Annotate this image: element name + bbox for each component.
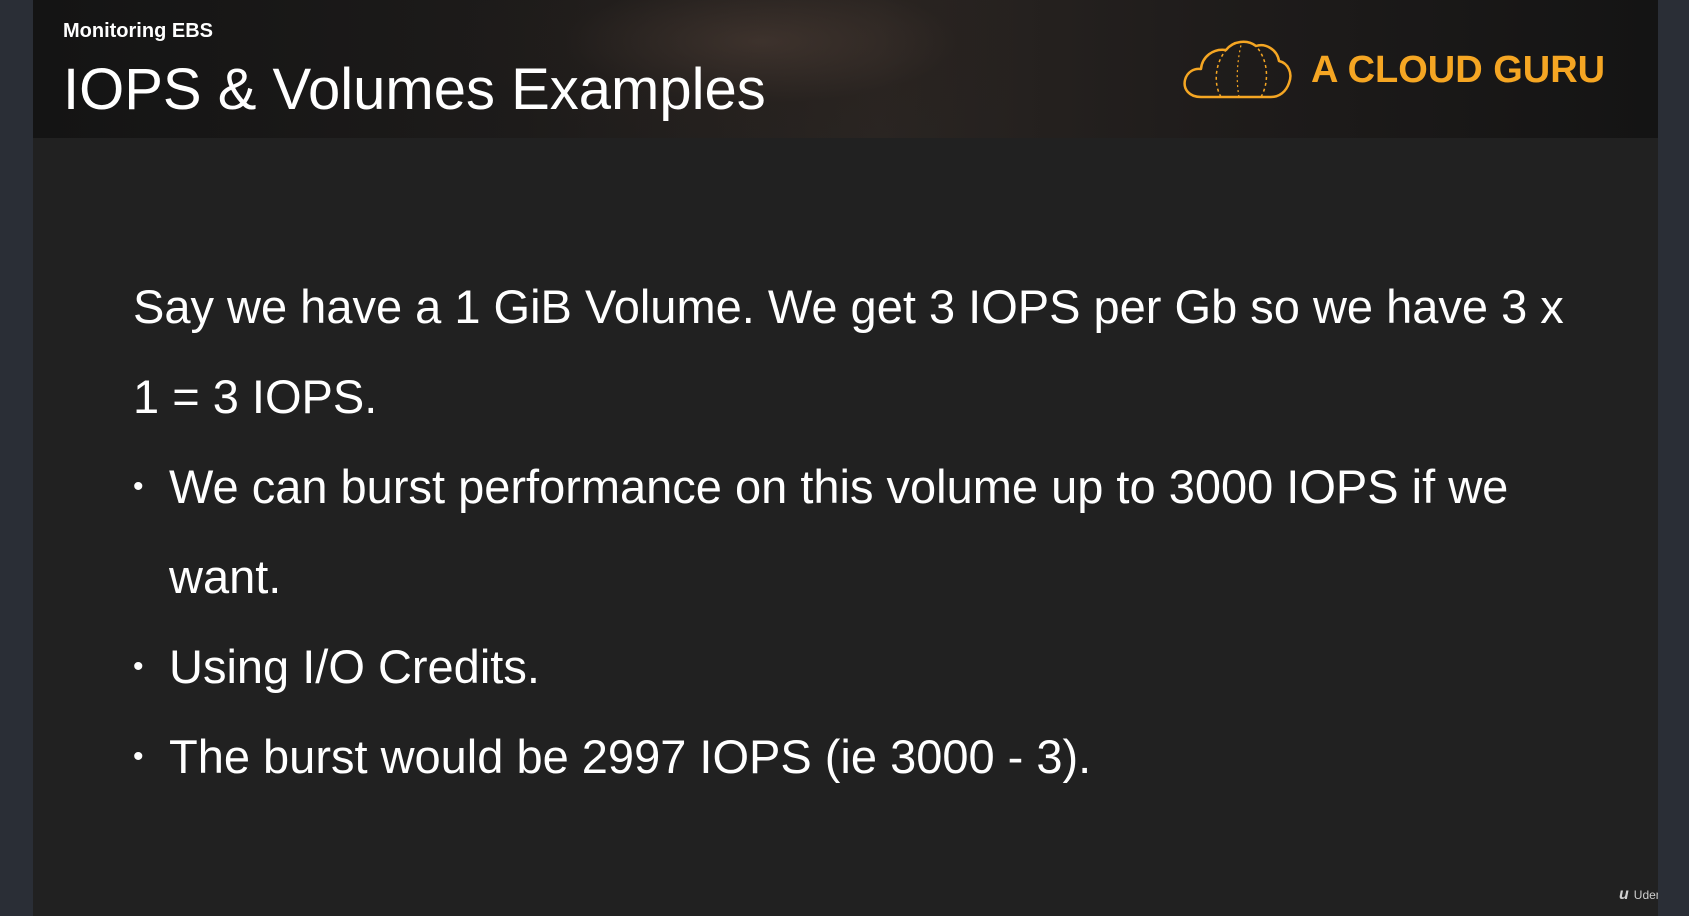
- right-letterbox: [1658, 0, 1689, 916]
- bullet-icon: •: [133, 650, 144, 683]
- bullet-icon: •: [133, 740, 144, 773]
- brand-name: A CLOUD GURU: [1311, 48, 1606, 91]
- list-item: • Using I/O Credits.: [133, 622, 1593, 712]
- slide-content: Say we have a 1 GiB Volume. We get 3 IOP…: [133, 262, 1593, 802]
- bullet-text: We can burst performance on this volume …: [169, 460, 1509, 603]
- cloud-icon: [1183, 40, 1292, 99]
- list-item: • We can burst performance on this volum…: [133, 442, 1593, 622]
- udemy-watermark: u Udemy: [1619, 886, 1658, 904]
- bullet-text: The burst would be 2997 IOPS (ie 3000 - …: [169, 730, 1092, 783]
- brand-logo: A CLOUD GURU: [1181, 34, 1605, 106]
- intro-paragraph: Say we have a 1 GiB Volume. We get 3 IOP…: [133, 280, 1564, 423]
- slide-header: Monitoring EBS IOPS & Volumes Examples A…: [33, 0, 1658, 138]
- watermark-text: Udemy: [1633, 888, 1658, 902]
- bullet-icon: •: [133, 470, 144, 503]
- list-item: • The burst would be 2997 IOPS (ie 3000 …: [133, 712, 1593, 802]
- slide-title: IOPS & Volumes Examples: [63, 57, 766, 122]
- slide: Monitoring EBS IOPS & Volumes Examples A…: [33, 0, 1658, 916]
- left-letterbox: [0, 0, 33, 916]
- bullet-list: • We can burst performance on this volum…: [133, 442, 1593, 802]
- udemy-logo-icon: u: [1619, 886, 1629, 903]
- section-label: Monitoring EBS: [63, 20, 213, 42]
- bullet-text: Using I/O Credits.: [169, 640, 540, 693]
